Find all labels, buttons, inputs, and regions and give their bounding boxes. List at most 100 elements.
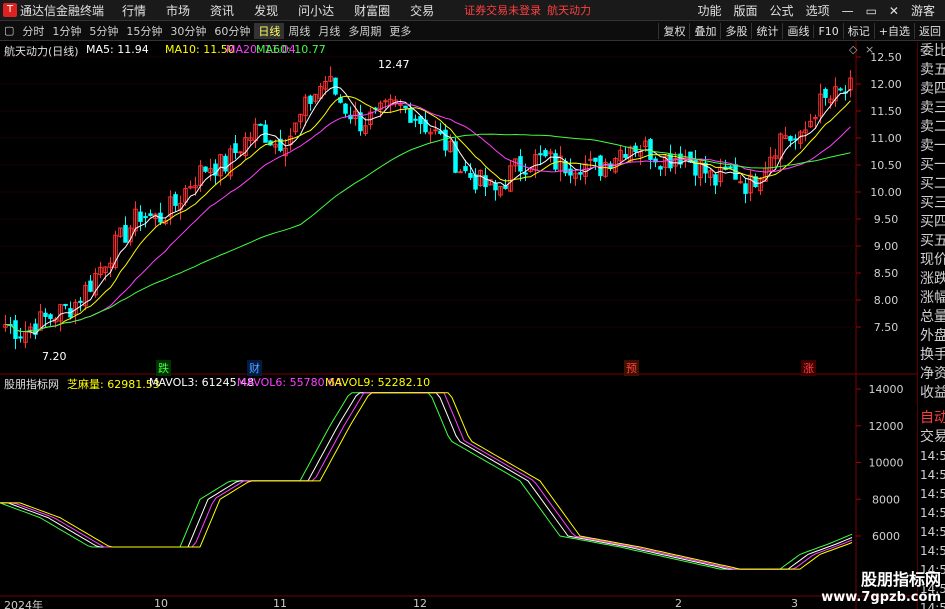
- price-tick-label: 10.00: [870, 186, 902, 199]
- period-tab-multi[interactable]: 多周期: [344, 23, 385, 39]
- price-tick-label: 9.00: [874, 240, 899, 253]
- price-tick-label: 8.50: [874, 267, 899, 280]
- side-tab[interactable]: 委比: [918, 42, 945, 61]
- candle-body: [173, 194, 178, 206]
- candle-body: [123, 225, 128, 243]
- side-tab[interactable]: 外盘: [918, 327, 945, 346]
- btn-f10[interactable]: F10: [813, 24, 842, 38]
- trade-tab[interactable]: 交易: [918, 428, 945, 447]
- menu-item-news[interactable]: 资讯: [200, 2, 244, 19]
- auto-trade-tab[interactable]: 自动: [918, 409, 945, 428]
- candlesticks[interactable]: [3, 66, 853, 350]
- btn-back[interactable]: 返回: [914, 23, 945, 39]
- btn-stats[interactable]: 统计: [751, 23, 782, 39]
- collapse-icon[interactable]: ×: [865, 43, 874, 56]
- guest-label[interactable]: 游客: [905, 2, 941, 19]
- menu-item-wealth[interactable]: 财富圈: [344, 2, 400, 19]
- watermark-url: www.7gpzb.com: [821, 590, 941, 605]
- candle-body: [203, 166, 208, 172]
- candle-body: [453, 141, 458, 173]
- ma60-label: MA60: 10.77: [256, 43, 326, 56]
- side-tab[interactable]: 总量: [918, 308, 945, 327]
- mavol9-line: [0, 392, 853, 570]
- btn-adjust[interactable]: 复权: [658, 23, 689, 39]
- period-tab-more[interactable]: 更多: [385, 23, 415, 39]
- period-tab-weekly[interactable]: 周线: [284, 23, 314, 39]
- side-tab[interactable]: 涨跌: [918, 270, 945, 289]
- price-tick-label: 11.00: [870, 132, 902, 145]
- close-icon[interactable]: ✕: [883, 4, 905, 18]
- menu-item-trade[interactable]: 交易: [400, 2, 444, 19]
- side-tab[interactable]: 卖二: [918, 118, 945, 137]
- minimize-icon[interactable]: —: [836, 4, 860, 18]
- menu-item-market[interactable]: 市场: [156, 2, 200, 19]
- candle-body: [403, 105, 408, 109]
- candle-body: [383, 100, 388, 103]
- price-tick-label: 12.00: [870, 78, 902, 91]
- side-tab[interactable]: 买四: [918, 213, 945, 232]
- period-tab-monthly[interactable]: 月线: [314, 23, 344, 39]
- btn-draw[interactable]: 画线: [782, 23, 813, 39]
- side-tab[interactable]: 卖四: [918, 80, 945, 99]
- menu-item-ask[interactable]: 问小达: [288, 2, 344, 19]
- price-gridlines: [0, 56, 856, 328]
- candle-body: [143, 216, 148, 219]
- menu-function[interactable]: 功能: [692, 2, 728, 19]
- kline-chart[interactable]: 12.50 12.00 11.50 11.00 10.50 10.00 9.50 9.00 8.…: [0, 41, 917, 609]
- menu-formula[interactable]: 公式: [764, 2, 800, 19]
- toolbar-square-icon[interactable]: ▢: [0, 24, 18, 37]
- price-tick-label: 8.00: [874, 294, 899, 307]
- candle-body: [468, 172, 473, 178]
- price-tick-label: 11.50: [870, 105, 902, 118]
- period-tab-1min[interactable]: 1分钟: [48, 23, 85, 39]
- side-tab[interactable]: 卖一: [918, 137, 945, 156]
- side-tab[interactable]: 买二: [918, 175, 945, 194]
- price-tick-label: 7.50: [874, 321, 899, 334]
- restore-icon[interactable]: ▭: [860, 4, 883, 18]
- login-notice[interactable]: 证券交易未登录: [464, 2, 541, 18]
- event-marker-fall[interactable]: 跌: [156, 360, 171, 376]
- candle-body: [838, 88, 843, 91]
- period-tab-intraday[interactable]: 分时: [18, 23, 48, 39]
- candle-body: [418, 116, 423, 124]
- side-tab[interactable]: 收益: [918, 384, 945, 403]
- event-marker-forecast[interactable]: 预: [624, 360, 639, 376]
- date-tick: 3: [791, 597, 798, 609]
- side-tab[interactable]: 净资: [918, 365, 945, 384]
- side-tab[interactable]: 卖五: [918, 61, 945, 80]
- side-tab[interactable]: 现价: [918, 251, 945, 270]
- event-marker-rise[interactable]: 涨: [801, 360, 816, 376]
- candle-body: [568, 168, 573, 176]
- event-marker-finance[interactable]: 财: [247, 360, 262, 376]
- side-tab[interactable]: 买一: [918, 156, 945, 175]
- period-tab-30min[interactable]: 30分钟: [166, 23, 210, 39]
- side-tab[interactable]: 买三: [918, 194, 945, 213]
- menu-item-quotes[interactable]: 行情: [112, 2, 156, 19]
- period-tab-5min[interactable]: 5分钟: [85, 23, 122, 39]
- candle-body: [463, 166, 468, 172]
- date-tick: 11: [273, 597, 287, 609]
- menu-item-discover[interactable]: 发现: [244, 2, 288, 19]
- indicator-tick-label: 12000: [869, 420, 904, 433]
- candle-body: [433, 129, 438, 132]
- ma5-line: [5, 86, 851, 335]
- period-tab-15min[interactable]: 15分钟: [122, 23, 166, 39]
- side-tab[interactable]: 换手: [918, 346, 945, 365]
- btn-add-watchlist[interactable]: +自选: [873, 23, 914, 39]
- period-tab-daily[interactable]: 日线: [254, 22, 285, 39]
- menu-options[interactable]: 选项: [800, 2, 836, 19]
- period-toolbar: ▢ 分时 1分钟 5分钟 15分钟 30分钟 60分钟 日线 周线 月线 多周期…: [0, 21, 945, 41]
- btn-mark[interactable]: 标记: [842, 23, 874, 39]
- btn-multi-stock[interactable]: 多股: [720, 23, 751, 39]
- side-tab[interactable]: 涨幅: [918, 289, 945, 308]
- vol-label: 芝麻量: 62981.53: [67, 378, 160, 391]
- period-tab-60min[interactable]: 60分钟: [210, 23, 254, 39]
- side-tab[interactable]: 买五: [918, 232, 945, 251]
- side-tab[interactable]: 卖三: [918, 99, 945, 118]
- mavol6-line: [0, 392, 853, 570]
- menu-layout[interactable]: 版面: [728, 2, 764, 19]
- diamond-icon[interactable]: ◇: [849, 43, 857, 56]
- date-tick: 12: [413, 597, 427, 609]
- candle-body: [258, 123, 263, 126]
- btn-overlay[interactable]: 叠加: [689, 23, 720, 39]
